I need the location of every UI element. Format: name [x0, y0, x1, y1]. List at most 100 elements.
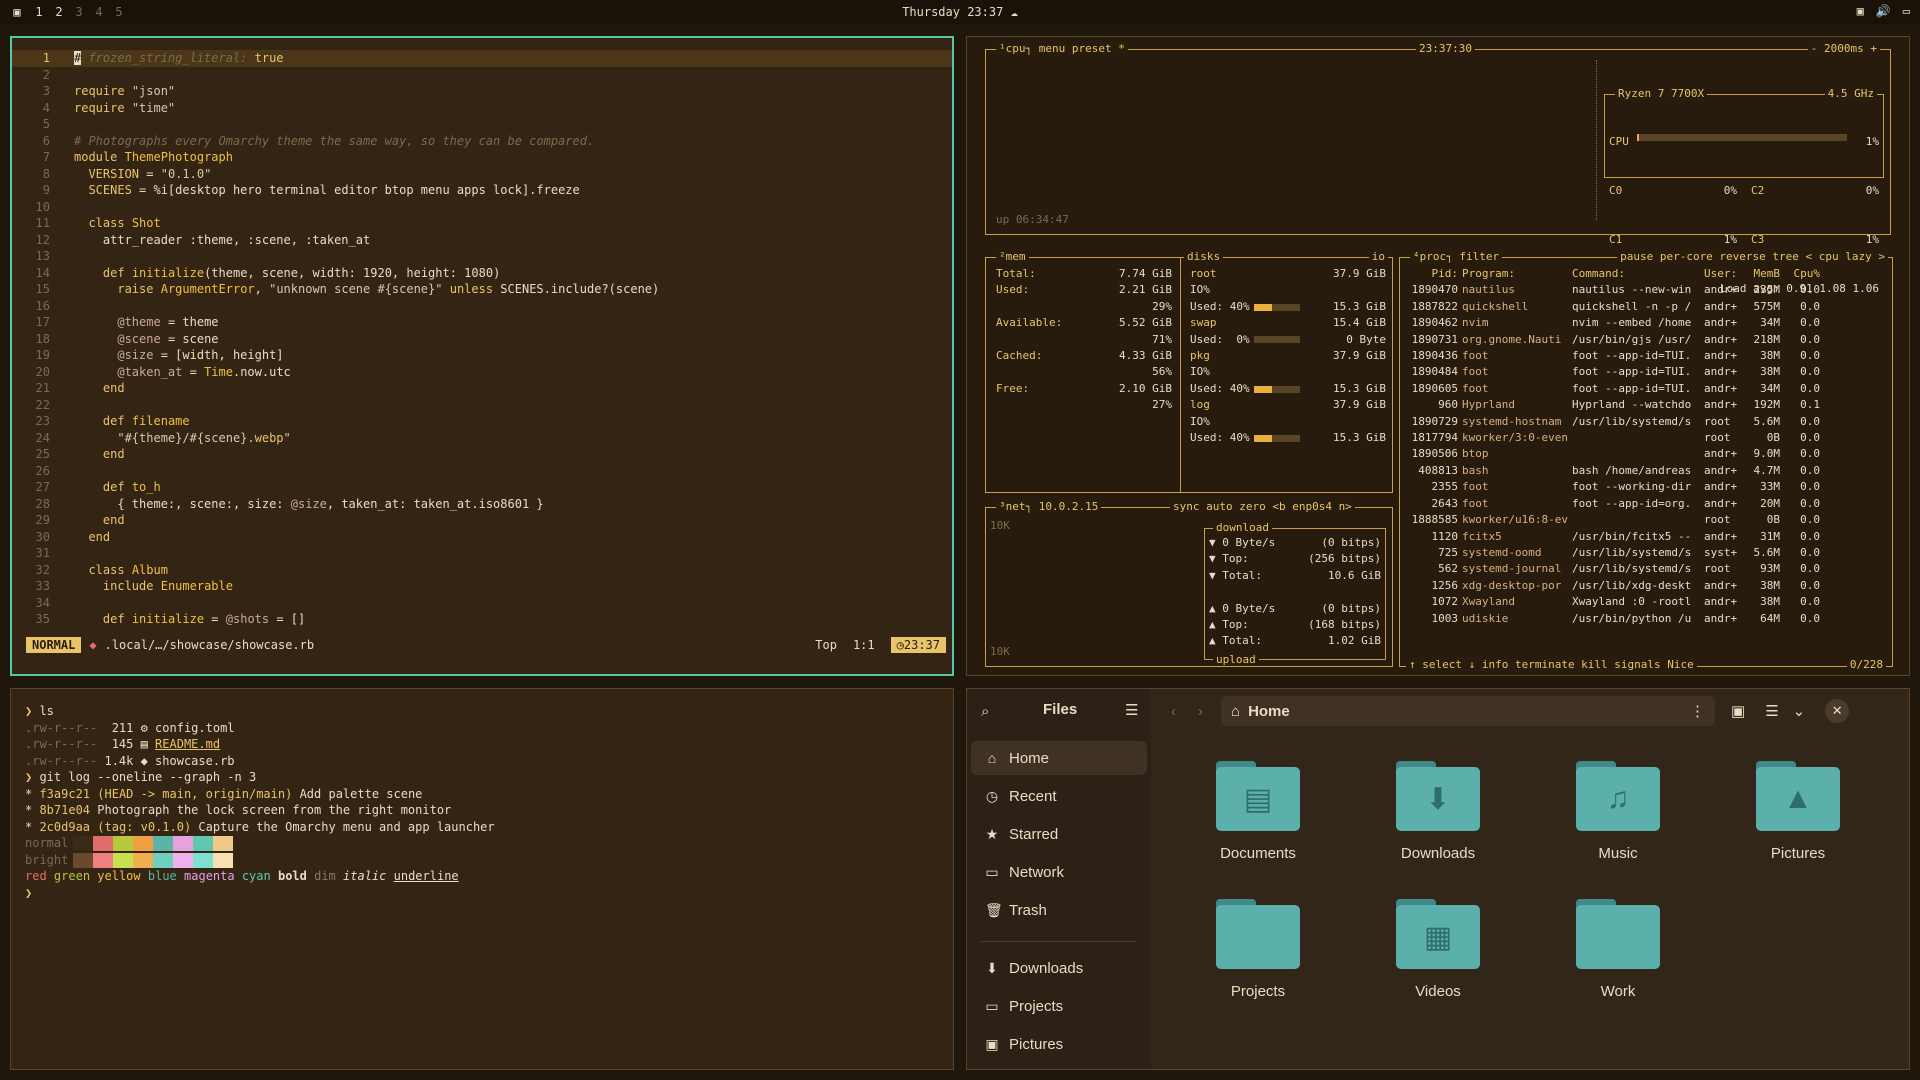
- process-table[interactable]: Pid: Program: Command: User: MemB Cpu% 1890470…: [1406, 266, 1886, 627]
- folder-documents[interactable]: ▤ Documents: [1183, 761, 1333, 862]
- line-text[interactable]: require "time": [62, 100, 175, 117]
- process-row[interactable]: 1120 fcitx5/usr/bin/fcitx5 -- andr+ 31M 0.0: [1406, 529, 1886, 545]
- line-text[interactable]: @theme = theme: [62, 314, 218, 331]
- line-text[interactable]: [62, 116, 74, 133]
- code-line[interactable]: 10: [12, 199, 952, 216]
- code-line[interactable]: 3 require "json": [12, 83, 952, 100]
- net-options[interactable]: sync auto zero <b enp0s4 n>: [1170, 500, 1355, 513]
- code-line[interactable]: 20 @taken_at = Time.now.utc: [12, 364, 952, 381]
- code-line[interactable]: 26: [12, 463, 952, 480]
- mem-title[interactable]: ²mem: [996, 250, 1029, 263]
- process-row[interactable]: 2355 foot foot --working-dir andr+ 33M 0.0: [1406, 479, 1886, 495]
- line-text[interactable]: # Photographs every Omarchy theme the sa…: [62, 133, 594, 150]
- new-folder-icon[interactable]: ▣: [1731, 702, 1745, 720]
- code-line[interactable]: 8 VERSION = "0.1.0": [12, 166, 952, 183]
- line-text[interactable]: require "json": [62, 83, 175, 100]
- line-text[interactable]: def to_h: [62, 479, 161, 496]
- code-line[interactable]: 32 class Album: [12, 562, 952, 579]
- process-row[interactable]: 1890729 systemd-hostnam/usr/lib/systemd/s…: [1406, 414, 1886, 430]
- process-row[interactable]: 562 systemd-journal/usr/lib/systemd/s root…: [1406, 561, 1886, 577]
- code-line[interactable]: 27 def to_h: [12, 479, 952, 496]
- workspace-3[interactable]: 3: [74, 5, 84, 19]
- proc-title[interactable]: ⁴proc┐ filter: [1410, 250, 1503, 263]
- code-line[interactable]: 9 SCENES = %i[desktop hero terminal edit…: [12, 182, 952, 199]
- folder-videos[interactable]: ▦ Videos: [1363, 899, 1513, 1000]
- process-row[interactable]: 1890462 nvim nvim --embed /home andr+ 34M 0.0: [1406, 315, 1886, 331]
- process-row[interactable]: 1256 xdg-desktop-por/usr/lib/xdg-deskt and…: [1406, 578, 1886, 594]
- sidebar-item-downloads[interactable]: ⬇ Downloads: [971, 951, 1147, 985]
- line-text[interactable]: # frozen_string_literal: true: [62, 50, 284, 67]
- code-line[interactable]: 25 end: [12, 446, 952, 463]
- code-line[interactable]: 28 { theme:, scene:, size: @size, taken_…: [12, 496, 952, 513]
- workspace-5[interactable]: 5: [114, 5, 124, 19]
- process-row[interactable]: 1890484 foot foot --app-id=TUI. andr+ 38M 0.0: [1406, 364, 1886, 380]
- line-text[interactable]: attr_reader :theme, :scene, :taken_at: [62, 232, 370, 249]
- line-text[interactable]: [62, 248, 74, 265]
- sidebar-search-icon[interactable]: ⌕: [981, 703, 989, 720]
- forward-icon[interactable]: ›: [1198, 703, 1203, 720]
- volume-icon[interactable]: 🔊: [1876, 4, 1891, 18]
- line-text[interactable]: [62, 67, 74, 84]
- line-text[interactable]: @scene = scene: [62, 331, 218, 348]
- btop-window[interactable]: ¹cpu┐ menu preset * 23:37:30 - 2000ms + …: [966, 36, 1910, 676]
- folder-downloads[interactable]: ⬇ Downloads: [1363, 761, 1513, 862]
- code-line[interactable]: 7 module ThemePhotograph: [12, 149, 952, 166]
- code-line[interactable]: 29 end: [12, 512, 952, 529]
- clock[interactable]: Thursday 23:37 ☁: [0, 5, 1920, 19]
- process-row[interactable]: 1817794 kworker/3:0-even root 0B 0.0: [1406, 430, 1886, 446]
- line-text[interactable]: end: [62, 446, 125, 463]
- code-line[interactable]: 13: [12, 248, 952, 265]
- line-text[interactable]: "#{theme}/#{scene}.webp": [62, 430, 290, 447]
- process-row[interactable]: 1890605 foot foot --app-id=TUI. andr+ 34M 0.0: [1406, 381, 1886, 397]
- process-row[interactable]: 408813 bash bash /home/andreas andr+ 4.7M 0.0: [1406, 463, 1886, 479]
- sidebar-menu-icon[interactable]: ☰: [1125, 701, 1138, 719]
- folder-music[interactable]: ♫ Music: [1543, 761, 1693, 862]
- line-text[interactable]: [62, 545, 74, 562]
- sidebar-item-trash[interactable]: 🗑 Trash: [971, 893, 1147, 927]
- code-line[interactable]: 30 end: [12, 529, 952, 546]
- editor-window[interactable]: 1 # frozen_string_literal: true 2 3 require …: [10, 36, 954, 676]
- code-line[interactable]: 35 def initialize = @shots = []: [12, 611, 952, 628]
- process-row[interactable]: 1888585 kworker/u16:8-ev root 0B 0.0: [1406, 512, 1886, 528]
- workspace-1[interactable]: 1: [34, 5, 44, 19]
- code-line[interactable]: 1 # frozen_string_literal: true: [12, 50, 952, 67]
- back-icon[interactable]: ‹: [1171, 703, 1176, 720]
- line-text[interactable]: SCENES = %i[desktop hero terminal editor…: [62, 182, 579, 199]
- line-text[interactable]: VERSION = "0.1.0": [62, 166, 211, 183]
- location-menu-icon[interactable]: ⋮: [1690, 702, 1705, 720]
- process-row[interactable]: 1072 Xwayland Xwayland :0 -rootl andr+ 38M 0.…: [1406, 594, 1886, 610]
- code-line[interactable]: 4 require "time": [12, 100, 952, 117]
- location-bar[interactable]: ⌂ Home ⋮: [1221, 696, 1715, 726]
- process-row[interactable]: 2643 foot foot --app-id=org. andr+ 20M 0.0: [1406, 496, 1886, 512]
- close-icon[interactable]: ✕: [1825, 699, 1850, 723]
- line-text[interactable]: @taken_at = Time.now.utc: [62, 364, 290, 381]
- proc-options[interactable]: pause per-core reverse tree < cpu lazy >: [1617, 250, 1888, 263]
- code-line[interactable]: 5: [12, 116, 952, 133]
- line-text[interactable]: def initialize(theme, scene, width: 1920…: [62, 265, 500, 282]
- code-line[interactable]: 19 @size = [width, height]: [12, 347, 952, 364]
- process-row[interactable]: 1890470 nautilus nautilus --new-win andr+ 23…: [1406, 282, 1886, 298]
- line-text[interactable]: include Enumerable: [62, 578, 233, 595]
- line-text[interactable]: module ThemePhotograph: [62, 149, 233, 166]
- terminal-output[interactable]: ❯ ls .rw-r--r-- 211 ⚙ config.toml .rw-r--r…: [25, 703, 495, 901]
- workspace-2[interactable]: 2: [54, 5, 64, 19]
- cpu-title[interactable]: ¹cpu┐ menu preset *: [996, 42, 1128, 55]
- code-line[interactable]: 6 # Photographs every Omarchy theme the s…: [12, 133, 952, 150]
- proc-footer[interactable]: ↑ select ↓ info terminate kill signals N…: [1406, 658, 1697, 671]
- process-row[interactable]: 1890436 foot foot --app-id=TUI. andr+ 38M 0.0: [1406, 348, 1886, 364]
- sidebar-item-pictures[interactable]: ▣ Pictures: [971, 1027, 1147, 1061]
- line-text[interactable]: end: [62, 529, 110, 546]
- code-line[interactable]: 11 class Shot: [12, 215, 952, 232]
- process-row[interactable]: 1003 udiskie/usr/bin/python /u andr+ 64M 0.0: [1406, 611, 1886, 627]
- code-line[interactable]: 33 include Enumerable: [12, 578, 952, 595]
- code-line[interactable]: 23 def filename: [12, 413, 952, 430]
- line-text[interactable]: [62, 595, 74, 612]
- line-text[interactable]: def filename: [62, 413, 190, 430]
- line-text[interactable]: class Shot: [62, 215, 160, 232]
- line-text[interactable]: [62, 298, 74, 315]
- files-window[interactable]: ⌕ Files ☰ ⌂ Home ◷ Recent ★ Starred ▭ Network 🗑 T…: [966, 688, 1910, 1070]
- sidebar-item-network[interactable]: ▭ Network: [971, 855, 1147, 889]
- view-options-icon[interactable]: ⌄: [1793, 702, 1806, 720]
- code-line[interactable]: 31: [12, 545, 952, 562]
- process-row[interactable]: 725 systemd-oomd/usr/lib/systemd/s syst+ 5.…: [1406, 545, 1886, 561]
